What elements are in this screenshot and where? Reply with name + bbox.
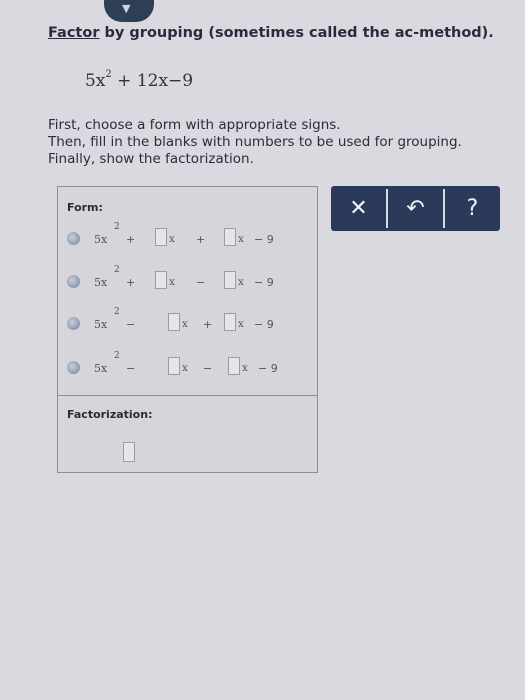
instruction-line: Then, fill in the blanks with numbers to… (48, 134, 462, 150)
help-icon: ? (466, 196, 479, 221)
form-option-row: 5x 2 + x + x − 9 (58, 222, 317, 250)
form-option-radio[interactable] (67, 275, 80, 288)
close-icon: ✕ (349, 196, 368, 221)
sign-1: + (126, 276, 136, 289)
undo-button[interactable]: ↶ (388, 186, 443, 231)
form-option-row: 5x 2 + x − x − 9 (58, 265, 317, 293)
constant-term: − 9 (254, 318, 274, 331)
x-variable: x (238, 318, 244, 330)
term-5x2: 5x 2 (94, 351, 120, 375)
instruction-line: Finally, show the factorization. (48, 151, 254, 167)
x-variable: x (238, 276, 244, 288)
form-option-row: 5x 2 − x + x − 9 (58, 307, 317, 335)
expression-exponent: 2 (105, 69, 112, 80)
x-variable: x (238, 233, 244, 245)
answer-panel: Form: 5x 2 + x + x − 9 5x 2 + x − x − 9 5x… (57, 186, 318, 473)
blank-input-2[interactable] (224, 313, 236, 331)
sign-1: − (126, 362, 136, 375)
blank-input-1[interactable] (168, 357, 180, 375)
sign-1: − (126, 318, 136, 331)
instruction-line: First, choose a form with appropriate si… (48, 117, 341, 133)
blank-input-2[interactable] (224, 228, 236, 246)
factorization-label: Factorization: (67, 408, 153, 421)
problem-heading: Factor by grouping (sometimes called the… (48, 25, 494, 41)
factorization-input[interactable] (123, 442, 135, 462)
x-variable: x (182, 318, 188, 330)
form-label: Form: (67, 201, 103, 214)
instructions: First, choose a form with appropriate si… (48, 117, 462, 168)
x-variable: x (242, 362, 248, 374)
help-button[interactable]: ? (445, 186, 500, 231)
constant-term: − 9 (254, 233, 274, 246)
factor-link[interactable]: Factor (48, 25, 99, 41)
constant-term: − 9 (254, 276, 274, 289)
blank-input-1[interactable] (155, 271, 167, 289)
panel-divider (58, 395, 317, 396)
expression-tail: + 12x−9 (111, 71, 194, 91)
form-option-radio[interactable] (67, 232, 80, 245)
top-nav-badge[interactable]: ▼ (104, 0, 154, 22)
sign-1: + (126, 233, 136, 246)
x-variable: x (169, 233, 175, 245)
sign-2: + (203, 318, 213, 331)
form-option-radio[interactable] (67, 361, 80, 374)
blank-input-1[interactable] (168, 313, 180, 331)
sign-2: − (203, 362, 213, 375)
sign-2: − (196, 276, 206, 289)
expression-lead: 5x (85, 71, 106, 91)
sign-2: + (196, 233, 206, 246)
form-option-radio[interactable] (67, 317, 80, 330)
problem-expression: 5x2 + 12x−9 (85, 69, 194, 91)
term-5x2: 5x 2 (94, 307, 120, 331)
term-5x2: 5x 2 (94, 265, 120, 289)
blank-input-2[interactable] (228, 357, 240, 375)
blank-input-1[interactable] (155, 228, 167, 246)
term-5x2: 5x 2 (94, 222, 120, 246)
form-option-row: 5x 2 − x − x − 9 (58, 351, 317, 379)
undo-icon: ↶ (406, 196, 425, 221)
answer-toolbar: ✕ ↶ ? (331, 186, 500, 231)
clear-button[interactable]: ✕ (331, 186, 386, 231)
blank-input-2[interactable] (224, 271, 236, 289)
constant-term: − 9 (258, 362, 278, 375)
x-variable: x (169, 276, 175, 288)
chevron-down-icon: ▼ (122, 2, 131, 15)
x-variable: x (182, 362, 188, 374)
heading-rest: by grouping (sometimes called the ac-met… (99, 25, 494, 41)
